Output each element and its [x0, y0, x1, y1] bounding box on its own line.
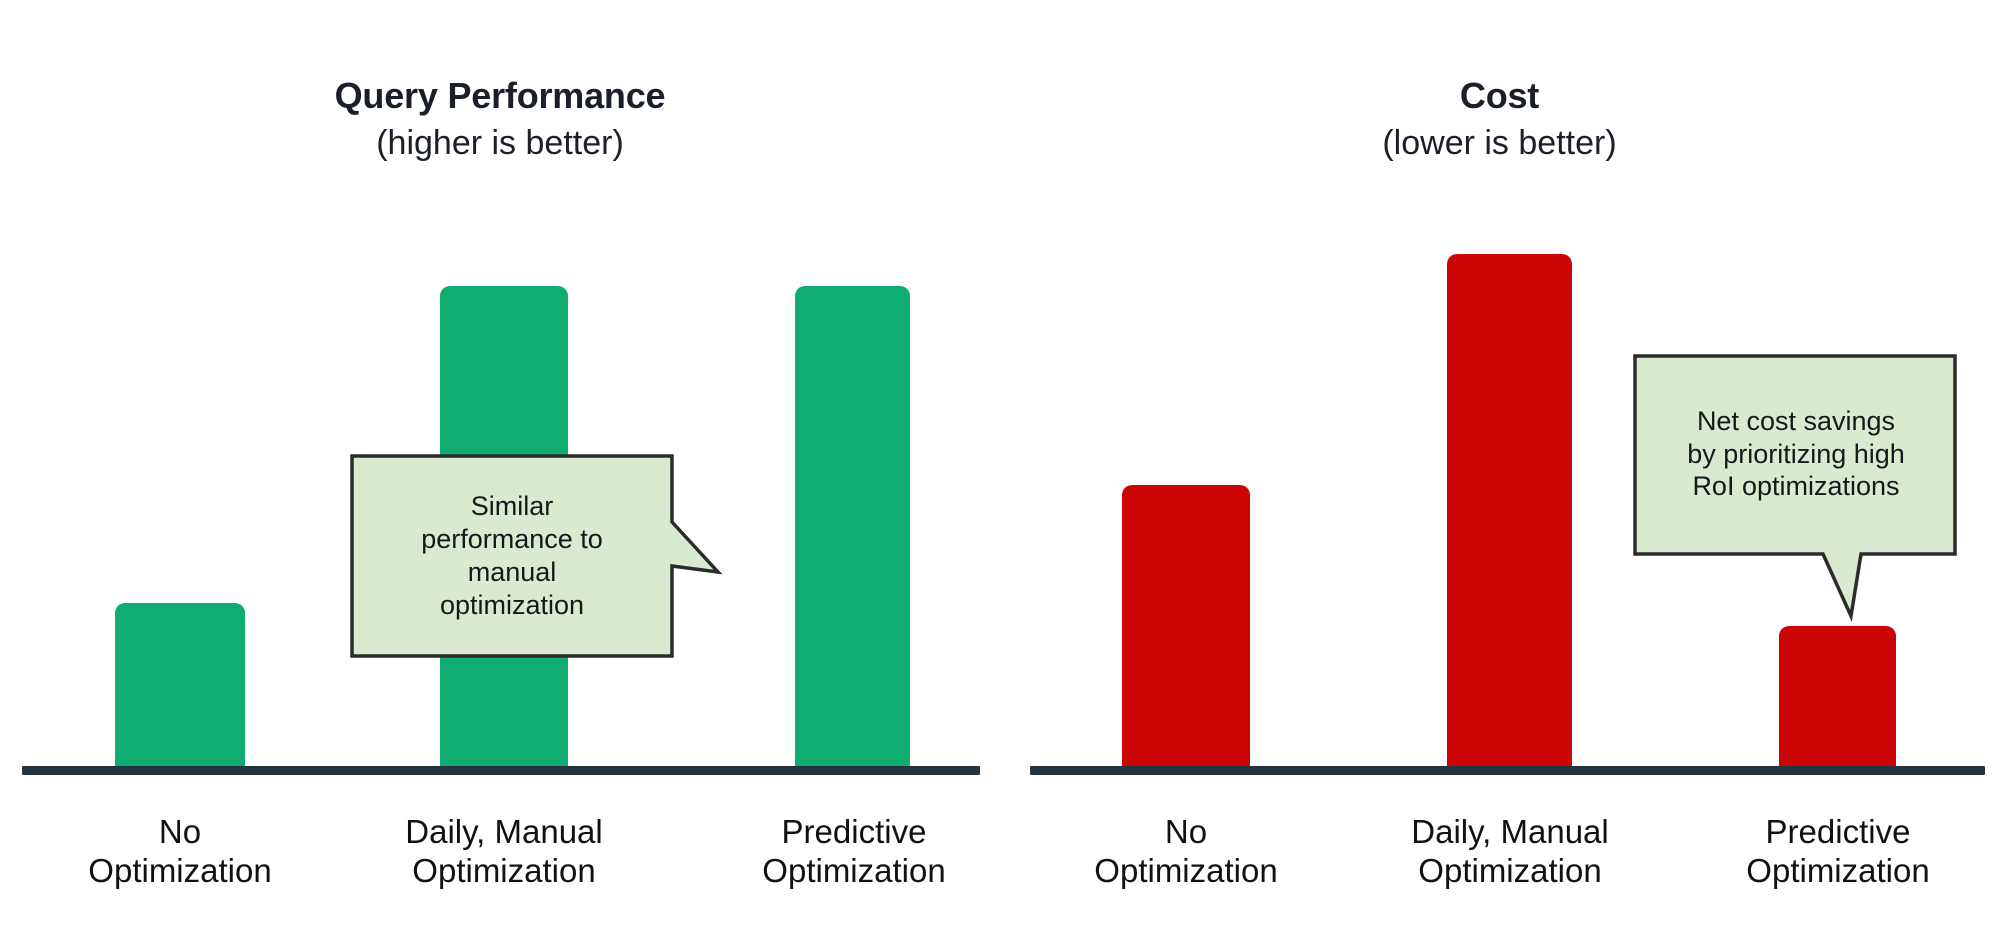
x-tick-line-1: No	[1164, 813, 1208, 850]
x-tick-line-2: Optimization	[88, 851, 272, 889]
x-tick-label-cost-0: No Optimization	[1046, 813, 1326, 891]
comparison-bar-chart-figure: Query Performance (higher is better) No …	[0, 0, 1999, 944]
bar-query-no-optimization	[115, 603, 245, 766]
callout-cost-savings: Net cost savings by prioritizing high Ro…	[1633, 354, 1958, 624]
bar-query-predictive-optimization	[795, 286, 910, 766]
chart-title-query-performance: Query Performance (higher is better)	[0, 75, 1000, 162]
bar-cost-no-optimization	[1122, 485, 1250, 766]
x-tick-line-2: Optimization	[762, 851, 946, 889]
chart-title-main: Cost	[1459, 75, 1540, 116]
x-tick-line-2: Optimization	[412, 851, 596, 889]
x-tick-line-1: Predictive	[1765, 813, 1911, 850]
x-tick-line-1: Daily, Manual	[405, 813, 603, 850]
chart-title-cost: Cost (lower is better)	[1000, 75, 1999, 162]
x-tick-line-2: Optimization	[1746, 851, 1930, 889]
callout-query-performance: Similar performance to manual optimizati…	[350, 454, 723, 658]
callout-query-performance-text: Similar performance to manual optimizati…	[421, 491, 603, 620]
x-tick-line-2: Optimization	[1094, 851, 1278, 889]
chart-panel-cost: Cost (lower is better) No Optimization D…	[1000, 0, 1999, 944]
x-tick-label-query-1: Daily, Manual Optimization	[364, 813, 644, 891]
chart-subtitle: (higher is better)	[376, 124, 624, 162]
x-axis-line-cost	[1030, 766, 1985, 775]
x-tick-label-cost-2: Predictive Optimization	[1698, 813, 1978, 891]
x-tick-label-query-2: Predictive Optimization	[714, 813, 994, 891]
chart-panel-query-performance: Query Performance (higher is better) No …	[0, 0, 1000, 944]
x-tick-line-1: Daily, Manual	[1411, 813, 1609, 850]
x-tick-label-query-0: No Optimization	[40, 813, 320, 891]
x-tick-line-2: Optimization	[1418, 851, 1602, 889]
x-tick-line-1: No	[158, 813, 202, 850]
x-tick-label-cost-1: Daily, Manual Optimization	[1370, 813, 1650, 891]
x-tick-line-1: Predictive	[781, 813, 927, 850]
chart-subtitle: (lower is better)	[1382, 124, 1617, 162]
x-axis-line-query	[22, 766, 980, 775]
bar-cost-daily-manual-optimization	[1447, 254, 1572, 766]
chart-title-main: Query Performance	[334, 75, 666, 116]
bar-cost-predictive-optimization	[1779, 626, 1896, 766]
callout-cost-savings-text: Net cost savings by prioritizing high Ro…	[1687, 405, 1905, 502]
